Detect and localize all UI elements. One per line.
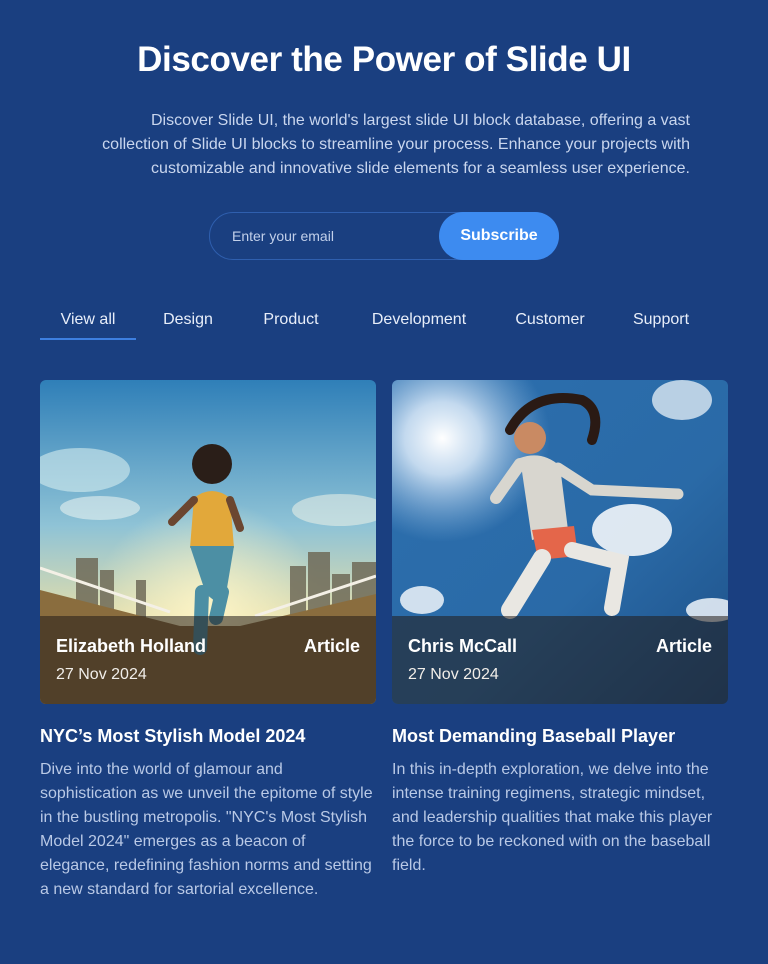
- card-author: Chris McCall: [408, 636, 518, 656]
- card-title[interactable]: NYC’s Most Stylish Model 2024: [40, 724, 376, 748]
- tab-support[interactable]: Support: [618, 300, 704, 340]
- card-summary: In this in-depth exploration, we delve i…: [392, 761, 713, 874]
- tab-development[interactable]: Development: [355, 300, 483, 340]
- article-card[interactable]: Elizabeth Holland Article 27 Nov 2024 NY…: [40, 380, 376, 902]
- card-author: Elizabeth Holland: [56, 636, 207, 656]
- tab-customer[interactable]: Customer: [501, 300, 599, 340]
- category-tabs: View all Design Product Development Cust…: [40, 300, 728, 340]
- card-title[interactable]: Most Demanding Baseball Player: [392, 724, 728, 748]
- card-summary: Dive into the world of glamour and sophi…: [40, 761, 373, 898]
- page-description: Discover Slide UI, the world's largest s…: [102, 112, 690, 177]
- tab-product[interactable]: Product: [247, 300, 335, 340]
- card-caption-overlay: [40, 616, 376, 704]
- subscribe-button[interactable]: Subscribe: [439, 212, 559, 260]
- card-image[interactable]: Chris McCall Article 27 Nov 2024: [392, 380, 728, 704]
- subscribe-form: Subscribe: [209, 212, 559, 260]
- article-card[interactable]: Chris McCall Article 27 Nov 2024 Most De…: [392, 380, 728, 878]
- page: Discover the Power of Slide UI Discover …: [0, 0, 768, 964]
- page-title: Discover the Power of Slide UI: [137, 40, 631, 79]
- tab-view-all[interactable]: View all: [40, 300, 136, 340]
- card-tag: Article: [655, 636, 712, 656]
- tab-design[interactable]: Design: [148, 300, 228, 340]
- card-image[interactable]: Elizabeth Holland Article 27 Nov 2024: [40, 380, 376, 704]
- card-tag: Article: [303, 636, 360, 656]
- card-date: 27 Nov 2024: [408, 666, 499, 683]
- card-caption-overlay: [392, 616, 728, 704]
- card-date: 27 Nov 2024: [56, 666, 147, 683]
- email-input[interactable]: [232, 213, 432, 259]
